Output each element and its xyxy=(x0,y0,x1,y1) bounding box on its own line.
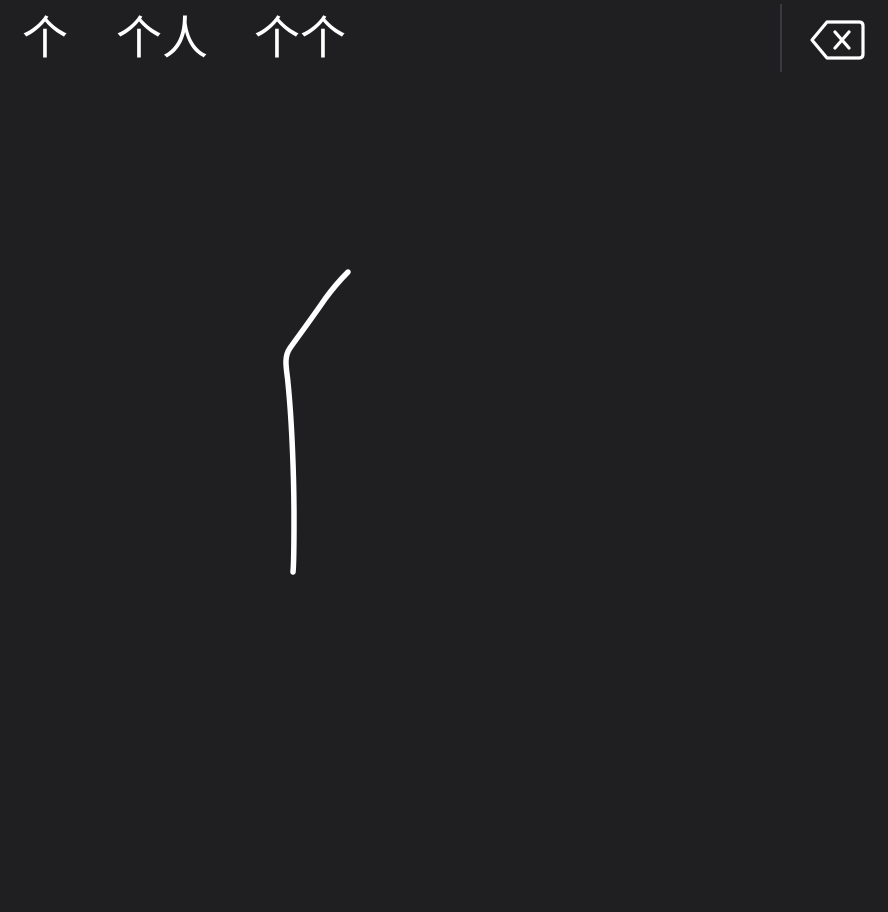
delete-button[interactable] xyxy=(806,16,868,64)
handwriting-canvas[interactable] xyxy=(0,78,888,912)
candidate-1[interactable]: 个 xyxy=(22,8,68,68)
handwriting-keyboard: 个 个人 个个 xyxy=(0,0,888,912)
candidate-2[interactable]: 个人 xyxy=(116,8,208,68)
candidate-bar: 个 个人 个个 xyxy=(0,0,888,78)
backspace-delete-icon xyxy=(810,20,865,60)
handwritten-stroke xyxy=(283,269,351,575)
candidate-divider xyxy=(780,4,782,72)
candidate-3[interactable]: 个个 xyxy=(254,8,346,68)
